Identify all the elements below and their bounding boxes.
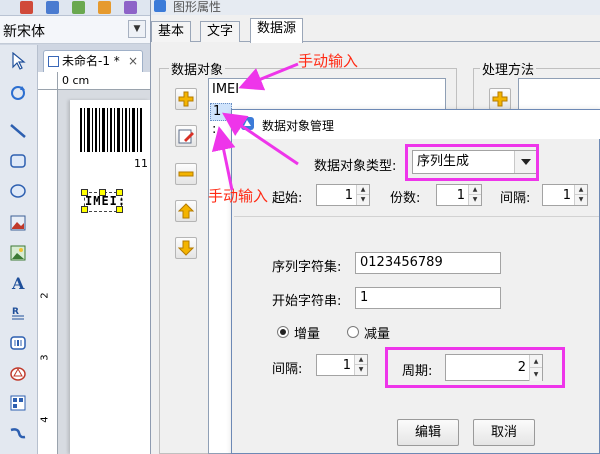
- app-icon: [241, 117, 254, 130]
- plus-icon: [492, 91, 508, 107]
- tab-text[interactable]: 文字: [200, 21, 241, 42]
- spin-up-icon[interactable]: ▲: [356, 185, 369, 195]
- rich-text-tool-icon[interactable]: R: [6, 301, 30, 325]
- spin-down-icon[interactable]: ▼: [574, 195, 587, 205]
- plus-icon: [178, 91, 194, 107]
- list-item[interactable]: IMEI: [212, 82, 239, 97]
- rotate-tool-icon[interactable]: [6, 81, 30, 105]
- tab-strip: 基本 文字 数据源: [151, 18, 600, 43]
- move-up-button[interactable]: [175, 200, 197, 222]
- data-objects-heading: 数据对象: [169, 59, 226, 78]
- dialog-title: 数据对象管理: [262, 119, 335, 133]
- shape-tool-icon[interactable]: [6, 361, 30, 385]
- increment-radio[interactable]: [277, 326, 289, 338]
- barcode-graphic[interactable]: [80, 108, 144, 156]
- highlight-type-select: [405, 144, 539, 181]
- spin-down-icon[interactable]: ▼: [354, 365, 367, 375]
- document-tab[interactable]: 未命名-1 * ×: [43, 50, 143, 72]
- toolbar-icon[interactable]: [124, 1, 137, 14]
- ellipse-tool-icon[interactable]: [6, 179, 30, 203]
- spin-down-icon[interactable]: ▼: [356, 195, 369, 205]
- cancel-button[interactable]: 取消: [473, 419, 535, 446]
- copies-value: 1: [456, 188, 465, 203]
- list-item-selected[interactable]: 1: [210, 103, 232, 121]
- delete-button[interactable]: [175, 163, 197, 185]
- svg-text:A: A: [11, 274, 25, 292]
- arrow-up-icon: [178, 203, 194, 219]
- highlight-period: [385, 347, 565, 388]
- ruler-left: 2 3 4: [38, 90, 58, 454]
- document-icon: [48, 56, 59, 67]
- add-button[interactable]: [175, 88, 197, 110]
- start-string-label: 开始字符串:: [272, 294, 342, 309]
- barcode-tool-icon[interactable]: [6, 331, 30, 355]
- start-spinner[interactable]: 1 ▲ ▼: [316, 184, 370, 206]
- tab-data-source[interactable]: 数据源: [250, 18, 304, 43]
- copies-spinner[interactable]: 1 ▲ ▼: [436, 184, 482, 206]
- interval-value: 1: [562, 188, 571, 203]
- copies-label: 份数:: [390, 191, 421, 206]
- dialog-title: 图形属性: [173, 0, 222, 14]
- list-item[interactable]: :: [212, 122, 216, 137]
- toolbar-icon[interactable]: [72, 1, 85, 14]
- dialog-titlebar: 图形属性: [151, 0, 600, 15]
- rectangle-tool-icon[interactable]: [6, 149, 30, 173]
- step-value: 1: [342, 358, 351, 373]
- start-string-input[interactable]: 1: [355, 287, 501, 309]
- edit-button[interactable]: 编辑: [397, 419, 459, 446]
- close-icon[interactable]: ×: [128, 51, 138, 71]
- line-tool-icon[interactable]: [6, 119, 30, 143]
- start-label: 起始:: [272, 191, 303, 206]
- pointer-tool-icon[interactable]: [6, 49, 30, 73]
- image-tool-icon[interactable]: [6, 211, 30, 235]
- picture-tool-icon[interactable]: [6, 241, 30, 265]
- move-down-button[interactable]: [175, 237, 197, 259]
- text-tool-icon[interactable]: A: [6, 271, 30, 295]
- spin-up-icon[interactable]: ▲: [468, 185, 481, 195]
- edit-icon: [178, 129, 194, 144]
- toolbar-icon[interactable]: [98, 1, 111, 14]
- start-value: 1: [344, 188, 353, 203]
- tool-palette: A R: [0, 45, 38, 454]
- ruler-corner: [38, 72, 58, 90]
- toolbar-icon[interactable]: [46, 1, 59, 14]
- document-tab-label: 未命名-1 *: [62, 54, 120, 68]
- annotation-label: 手动输入: [208, 187, 269, 205]
- spin-down-icon[interactable]: ▼: [468, 195, 481, 205]
- charset-label: 序列字符集:: [272, 260, 342, 275]
- minus-icon: [178, 171, 194, 177]
- spin-up-icon[interactable]: ▲: [354, 355, 367, 365]
- interval-spinner[interactable]: 1 ▲ ▼: [542, 184, 588, 206]
- edit-button[interactable]: [175, 125, 197, 147]
- curve-tool-icon[interactable]: [6, 421, 30, 445]
- increment-label: 增量: [294, 327, 321, 342]
- step-label: 间隔:: [272, 362, 303, 377]
- dialog-titlebar: 数据对象管理: [232, 110, 600, 139]
- decrement-radio[interactable]: [347, 326, 359, 338]
- processing-heading: 处理方法: [480, 59, 537, 78]
- charset-input[interactable]: 0123456789: [355, 252, 501, 274]
- arrow-down-icon: [178, 240, 194, 256]
- barcode-digits: 11: [134, 157, 148, 170]
- app-icon: [154, 0, 166, 12]
- processing-add-button[interactable]: [489, 88, 511, 110]
- annotation-label: 手动输入: [298, 52, 359, 70]
- font-dropdown-icon[interactable]: ▼: [128, 20, 146, 38]
- qrcode-tool-icon[interactable]: [6, 391, 30, 415]
- step-spinner[interactable]: 1 ▲ ▼: [316, 354, 368, 376]
- type-label: 数据对象类型:: [314, 159, 397, 174]
- decrement-label: 减量: [364, 327, 391, 342]
- font-bar: 新宋体 ▼: [0, 16, 152, 44]
- font-name[interactable]: 新宋体: [3, 21, 45, 41]
- imei-text-object[interactable]: IMEI:: [85, 194, 126, 208]
- toolbar-icon[interactable]: [20, 1, 33, 14]
- spin-up-icon[interactable]: ▲: [574, 185, 587, 195]
- tab-basic[interactable]: 基本: [151, 21, 192, 42]
- interval-label: 间隔:: [500, 191, 531, 206]
- ruler-unit: 0 cm: [62, 74, 90, 87]
